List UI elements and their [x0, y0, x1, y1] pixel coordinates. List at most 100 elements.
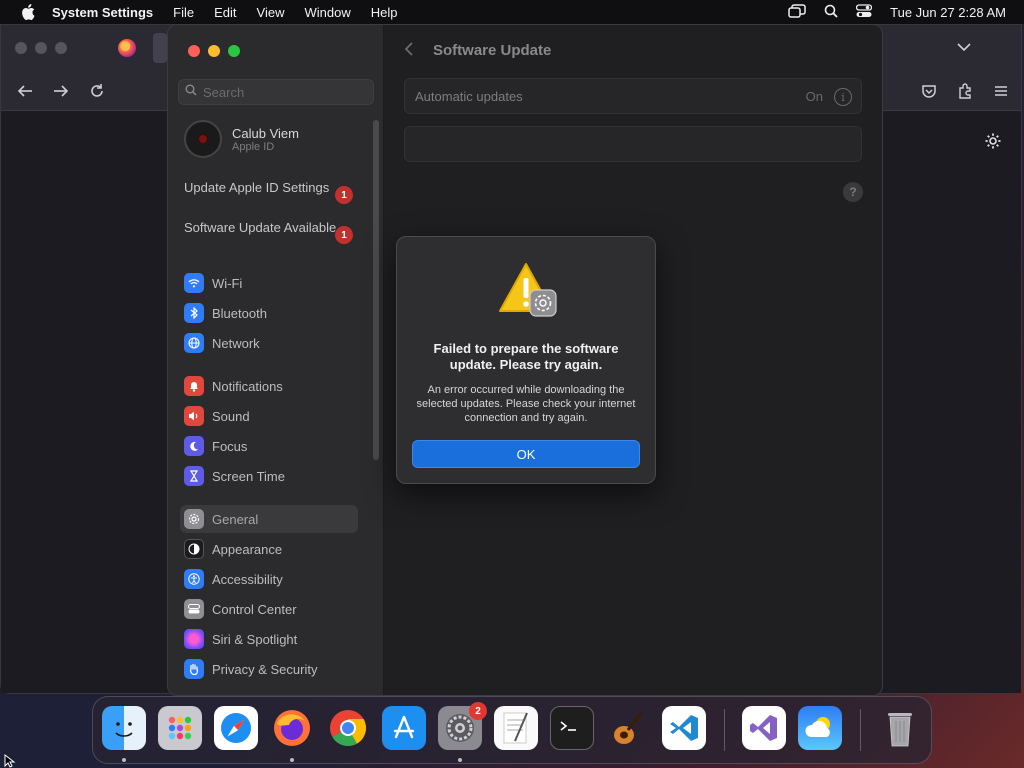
apple-menu-icon[interactable]: [16, 4, 40, 20]
sidebar-item-general[interactable]: General: [180, 505, 358, 533]
dialog-message: An error occurred while downloading the …: [416, 384, 636, 424]
firefox-icon[interactable]: [270, 706, 314, 750]
sidebar-item-network[interactable]: Network: [180, 329, 358, 357]
sidebar-item-label: Sound: [212, 408, 250, 424]
sidebar-item-label: Appearance: [212, 541, 283, 557]
sidebar-item-label: Network: [212, 335, 260, 351]
automatic-updates-label: Automatic updates: [415, 89, 523, 104]
gear-icon: [184, 509, 204, 529]
forward-arrow-icon[interactable]: [51, 81, 71, 101]
running-indicator: [122, 758, 126, 762]
back-chevron-icon[interactable]: [404, 41, 414, 62]
browser-window-controls[interactable]: [15, 42, 67, 54]
dock-separator: [724, 709, 725, 751]
launchpad-icon[interactable]: [158, 706, 202, 750]
apple-id-profile[interactable]: Calub Viem Apple ID: [184, 120, 299, 158]
garageband-icon[interactable]: [606, 706, 650, 750]
update-status-row: [404, 126, 862, 162]
sidebar-item-appearance[interactable]: Appearance: [180, 535, 358, 563]
window-controls: [188, 45, 240, 57]
sidebar-item-control-center[interactable]: Control Center: [180, 595, 358, 623]
spotlight-search-icon[interactable]: [824, 4, 838, 21]
page-settings-gear-icon[interactable]: [984, 132, 1002, 155]
profile-name: Calub Viem: [232, 125, 299, 141]
sidebar-item-label: Privacy & Security: [212, 661, 318, 677]
mouse-cursor-icon: [4, 754, 16, 768]
active-tab[interactable]: [153, 33, 167, 63]
sidebar-item-privacy-security[interactable]: Privacy & Security: [180, 655, 358, 683]
sidebar-item-bluetooth[interactable]: Bluetooth: [180, 299, 358, 327]
sidebar-item-label: Screen Time: [212, 468, 285, 484]
extensions-icon[interactable]: [955, 81, 975, 101]
speaker-icon: [184, 406, 204, 426]
bell-icon: [184, 376, 204, 396]
visual-studio-icon[interactable]: [742, 706, 786, 750]
pocket-icon[interactable]: [919, 81, 939, 101]
sidebar-item-accessibility[interactable]: Accessibility: [180, 565, 358, 593]
info-icon[interactable]: i: [834, 88, 852, 106]
error-alert-dialog: Failed to prepare the software update. P…: [396, 236, 656, 484]
tab-list-chevron-icon[interactable]: [957, 39, 971, 57]
textedit-icon[interactable]: [494, 706, 538, 750]
help-button[interactable]: ?: [843, 182, 863, 202]
search-field[interactable]: [178, 79, 374, 105]
ok-button[interactable]: OK: [412, 440, 640, 468]
control-center-icon[interactable]: [855, 3, 873, 21]
sidebar-item-label: Siri & Spotlight: [212, 631, 298, 647]
bluetooth-icon: [184, 303, 204, 323]
reload-icon[interactable]: [87, 81, 107, 101]
automatic-updates-value: On: [805, 89, 823, 104]
sidebar-item-label: Wi-Fi: [212, 275, 243, 291]
sidebar-item-focus[interactable]: Focus: [180, 432, 358, 460]
running-indicator: [290, 758, 294, 762]
zoom-button[interactable]: [228, 45, 240, 57]
sidebar-item-screen-time[interactable]: Screen Time: [180, 462, 358, 490]
menu-file[interactable]: File: [173, 5, 194, 20]
app-store-icon[interactable]: [382, 706, 426, 750]
search-input[interactable]: [203, 84, 363, 100]
menu-edit[interactable]: Edit: [214, 5, 236, 20]
notice-badge: 1: [335, 226, 353, 244]
sidebar-item-sound[interactable]: Sound: [180, 402, 358, 430]
notice-update-apple-id[interactable]: Update Apple ID Settings: [184, 180, 354, 196]
notice-badge: 1: [335, 186, 353, 204]
sidebar-item-siri-spotlight[interactable]: Siri & Spotlight: [180, 625, 358, 653]
sidebar-item-wifi[interactable]: Wi-Fi: [180, 269, 358, 297]
finder-icon[interactable]: [102, 706, 146, 750]
wifi-icon: [184, 273, 204, 293]
close-button[interactable]: [188, 45, 200, 57]
dialog-title: Failed to prepare the software update. P…: [433, 341, 619, 372]
screen-mirroring-icon[interactable]: [788, 3, 806, 21]
settings-sidebar: Calub Viem Apple ID Update Apple ID Sett…: [168, 25, 384, 695]
safari-icon[interactable]: [214, 706, 258, 750]
chrome-icon[interactable]: [326, 706, 370, 750]
hand-icon: [184, 659, 204, 679]
terminal-icon[interactable]: [550, 706, 594, 750]
sidebar-item-label: Notifications: [212, 378, 283, 394]
sidebar-scrollbar[interactable]: [373, 120, 379, 460]
running-indicator: [458, 758, 462, 762]
notice-software-update[interactable]: Software Update Available: [184, 220, 354, 236]
weather-icon[interactable]: [798, 706, 842, 750]
menu-window[interactable]: Window: [304, 5, 350, 20]
menu-bar: System Settings File Edit View Window He…: [0, 0, 1024, 24]
siri-icon: [184, 629, 204, 649]
menu-view[interactable]: View: [257, 5, 285, 20]
warning-icon: [499, 263, 557, 317]
minimize-button[interactable]: [208, 45, 220, 57]
vscode-icon[interactable]: [662, 706, 706, 750]
dock: 2: [92, 696, 932, 764]
profile-subtitle: Apple ID: [232, 140, 275, 153]
trash-icon[interactable]: [878, 706, 922, 750]
menu-help[interactable]: Help: [371, 5, 398, 20]
menu-app-name[interactable]: System Settings: [52, 5, 153, 20]
back-arrow-icon[interactable]: [15, 81, 35, 101]
hamburger-menu-icon[interactable]: [991, 81, 1011, 101]
hourglass-icon: [184, 466, 204, 486]
menu-clock[interactable]: Tue Jun 27 2:28 AM: [890, 5, 1006, 20]
appearance-icon: [184, 539, 204, 559]
automatic-updates-row[interactable]: Automatic updates On i: [404, 78, 862, 114]
search-icon: [185, 83, 197, 101]
sidebar-item-notifications[interactable]: Notifications: [180, 372, 358, 400]
firefox-tab-icon[interactable]: [118, 39, 136, 57]
